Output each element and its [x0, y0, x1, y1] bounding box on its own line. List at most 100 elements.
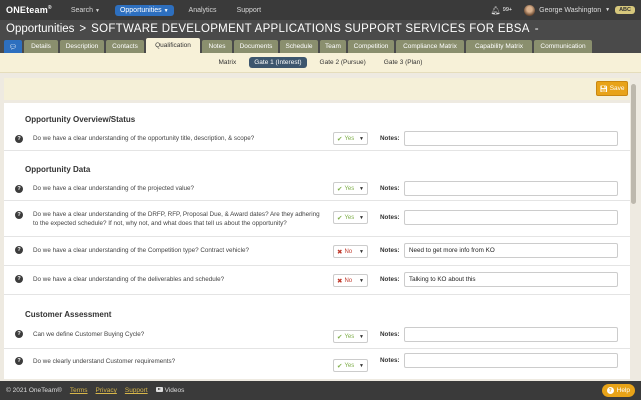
scrollbar[interactable] — [630, 78, 637, 379]
dropdown-icon: ▼ — [359, 277, 364, 284]
save-icon: 💾︎ — [599, 85, 608, 93]
bell-icon[interactable]: 🔔︎ — [491, 6, 501, 15]
qualification-form: Opportunity Overview/Status ? Do we have… — [4, 103, 630, 379]
dropdown-icon: ▼ — [359, 185, 364, 192]
question-row: ? Do we have a clear understanding of th… — [4, 266, 630, 295]
notes-label: Notes: — [380, 357, 400, 364]
notes-input[interactable]: Talking to KO about this — [404, 272, 618, 287]
tab-competition[interactable]: Competition — [348, 40, 394, 53]
dropdown-icon: ▼ — [359, 248, 364, 255]
tab-documents[interactable]: Documents — [234, 40, 278, 53]
org-badge[interactable]: ABC — [615, 6, 635, 14]
help-icon[interactable]: ? — [15, 357, 23, 365]
oneteam-logo[interactable]: ONEteam® — [6, 5, 52, 15]
question-row: ? Can we define Customer Buying Cycle? ✔… — [4, 321, 630, 349]
notes-input[interactable] — [404, 327, 618, 342]
tab-contacts[interactable]: Contacts — [106, 40, 144, 53]
section-title: Opportunity Data — [25, 165, 91, 174]
question-text: Do we have a clear understanding of the … — [33, 211, 320, 227]
tab-notes[interactable]: Notes — [202, 40, 232, 53]
question-text: Can we define Customer Buying Cycle? — [33, 331, 145, 338]
nav-search[interactable]: Search ▼ — [66, 5, 105, 16]
tab-compliance-matrix[interactable]: Compliance Matrix — [396, 40, 464, 53]
question-text: Do we have a clear understanding of the … — [33, 185, 195, 192]
nav-support[interactable]: Support — [232, 5, 267, 16]
user-menu[interactable]: George Washington — [539, 7, 601, 14]
dropdown-icon: ▼ — [359, 214, 364, 221]
x-icon: ✖ — [337, 248, 343, 256]
dropdown-icon: ▼ — [359, 333, 364, 340]
question-row: ? Do we have a clear understanding of th… — [4, 177, 630, 201]
answer-select[interactable]: ✖ No ▼ — [333, 245, 368, 258]
notes-label: Notes: — [380, 135, 400, 142]
copyright: © 2021 OneTeam® — [6, 387, 62, 394]
question-text: Do we have a clear understanding of the … — [33, 276, 225, 283]
nav-opportunities[interactable]: Opportunities ▼ — [114, 4, 174, 16]
tab-details[interactable]: Details — [24, 40, 58, 53]
notes-input[interactable] — [404, 353, 618, 368]
privacy-link[interactable]: Privacy — [96, 387, 117, 394]
scroll-thumb[interactable] — [631, 84, 636, 204]
save-button[interactable]: 💾︎ Save — [596, 81, 628, 96]
notes-input[interactable]: Need to get more info from KO — [404, 243, 618, 258]
answer-select[interactable]: ✔ Yes ▼ — [333, 359, 368, 372]
video-icon — [155, 387, 163, 392]
breadcrumb-separator: > — [79, 23, 87, 35]
dropdown-icon: ▼ — [359, 362, 364, 369]
tab-capability-matrix[interactable]: Capability Matrix — [466, 40, 532, 53]
tab-team[interactable]: Team — [320, 40, 346, 53]
tab-description[interactable]: Description — [60, 40, 104, 53]
chevron-down-icon[interactable]: ▼ — [605, 7, 610, 13]
help-button[interactable]: ? Help — [601, 384, 635, 397]
question-row: ? Do we have a clear understanding of th… — [4, 127, 630, 151]
avatar[interactable] — [524, 4, 536, 16]
gate-subtabs: Matrix Gate 1 (Interest) Gate 2 (Pursue)… — [0, 53, 641, 73]
notes-label: Notes: — [380, 185, 400, 192]
notes-input[interactable] — [404, 210, 618, 225]
help-icon[interactable]: ? — [15, 275, 23, 283]
title-dash: - — [534, 23, 539, 35]
help-icon[interactable]: ? — [15, 211, 23, 219]
section-title: Opportunity Overview/Status — [25, 115, 136, 124]
tab-qualification[interactable]: Qualification — [146, 38, 200, 53]
question-text: Do we clearly understand Customer requir… — [33, 358, 176, 365]
answer-select[interactable]: ✖ No ▼ — [333, 274, 368, 287]
save-bar: 💾︎ Save — [4, 78, 630, 100]
answer-select[interactable]: ✔ Yes ▼ — [333, 211, 368, 224]
chevron-down-icon: ▼ — [163, 7, 169, 14]
top-nav: ONEteam® Search ▼ Opportunities ▼ Analytic… — [0, 0, 641, 20]
terms-link[interactable]: Terms — [70, 387, 88, 394]
videos-link[interactable]: Videos — [155, 387, 184, 394]
help-icon[interactable]: ? — [15, 246, 23, 254]
notes-label: Notes: — [380, 276, 400, 283]
title-main[interactable]: Opportunities — [6, 23, 74, 35]
subtab-gate-1[interactable]: Gate 1 (Interest) — [249, 57, 307, 68]
tab-schedule[interactable]: Schedule — [280, 40, 318, 53]
subtab-matrix[interactable]: Matrix — [214, 57, 242, 68]
question-row: ? Do we have a clear understanding of th… — [4, 237, 630, 266]
question-row: ? Do we clearly understand Customer requ… — [4, 349, 630, 379]
question-row: ? Do we have a clear understanding of th… — [4, 201, 630, 237]
notes-input[interactable] — [404, 181, 618, 196]
help-icon[interactable]: ? — [15, 185, 23, 193]
opportunity-name: SOFTWARE DEVELOPMENT APPLICATIONS SUPPOR… — [91, 23, 530, 35]
page-title: Opportunities > SOFTWARE DEVELOPMENT APP… — [0, 20, 641, 38]
tab-communication[interactable]: Communication — [534, 40, 592, 53]
subtab-gate-3[interactable]: Gate 3 (Plan) — [379, 57, 428, 68]
nav-analytics[interactable]: Analytics — [184, 5, 222, 16]
check-icon: ✔ — [337, 214, 343, 222]
help-icon[interactable]: ? — [15, 135, 23, 143]
answer-select[interactable]: ✔ Yes ▼ — [333, 182, 368, 195]
answer-select[interactable]: ✔ Yes ▼ — [333, 132, 368, 145]
check-icon: ✔ — [337, 135, 343, 143]
answer-select[interactable]: ✔ Yes ▼ — [333, 330, 368, 343]
notes-input[interactable] — [404, 131, 618, 146]
subtab-gate-2[interactable]: Gate 2 (Pursue) — [315, 57, 371, 68]
help-icon[interactable]: ? — [15, 330, 23, 338]
support-link[interactable]: Support — [125, 387, 148, 394]
check-icon: ✔ — [337, 362, 343, 370]
help-icon: ? — [606, 387, 614, 394]
x-icon: ✖ — [337, 277, 343, 285]
section-title: Customer Assessment — [25, 310, 112, 319]
chat-icon[interactable]: 💬︎ — [4, 40, 22, 53]
